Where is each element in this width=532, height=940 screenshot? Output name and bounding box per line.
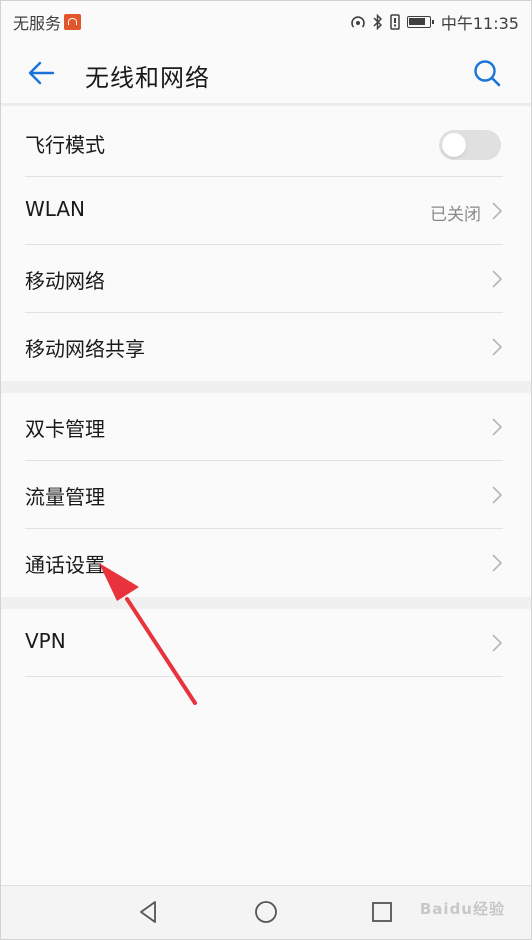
- nav-recents-icon[interactable]: [368, 898, 396, 926]
- chevron-right-icon: [492, 554, 503, 572]
- row-label: 双卡管理: [25, 417, 105, 441]
- carrier-status: 无服务: [13, 10, 82, 34]
- back-arrow-icon[interactable]: [25, 57, 57, 89]
- chevron-right-icon: [492, 634, 503, 652]
- vibrate-icon: [390, 14, 400, 30]
- huawei-hd-icon: [64, 14, 82, 30]
- hotspot-icon: [351, 16, 365, 28]
- toggle-knob: [442, 133, 466, 157]
- row-label: 移动网络: [25, 269, 105, 293]
- watermark-text: Baidu经验: [419, 900, 505, 918]
- chevron-right-icon: [492, 486, 503, 504]
- airplane-mode-toggle[interactable]: [439, 130, 501, 160]
- tethering-row[interactable]: 移动网络共享: [1, 313, 531, 381]
- search-icon[interactable]: [471, 57, 503, 89]
- battery-icon: [406, 16, 434, 28]
- row-label: VPN: [25, 629, 66, 653]
- chevron-right-icon: [492, 418, 503, 436]
- settings-section-2: 双卡管理 流量管理 通话设置: [1, 393, 531, 597]
- status-icons: 中午11:35: [349, 10, 519, 34]
- phone-screen: 无服务 中午11:35 无线和网络 飞行模式 WLAN 已关闭 移动网络 移动网…: [0, 0, 532, 940]
- page-title: 无线和网络: [85, 64, 210, 92]
- wlan-status-value: 已关闭: [430, 205, 481, 225]
- mobile-network-row[interactable]: 移动网络: [1, 245, 531, 313]
- airplane-mode-row[interactable]: 飞行模式: [1, 109, 531, 177]
- status-bar: 无服务 中午11:35: [1, 1, 531, 39]
- nav-home-icon[interactable]: [252, 898, 280, 926]
- navigation-bar: Baidu经验: [1, 885, 531, 939]
- section-gap: [1, 597, 531, 609]
- data-usage-row[interactable]: 流量管理: [1, 461, 531, 529]
- clock: 中午11:35: [440, 14, 519, 33]
- annotation-arrow-icon: [99, 563, 197, 705]
- settings-section-3: VPN: [1, 609, 531, 677]
- title-divider: [1, 103, 531, 106]
- row-label: 流量管理: [25, 485, 105, 509]
- chevron-right-icon: [492, 202, 503, 220]
- chevron-right-icon: [492, 270, 503, 288]
- row-label: 飞行模式: [25, 133, 105, 157]
- vpn-row[interactable]: VPN: [1, 609, 531, 677]
- call-settings-row[interactable]: 通话设置: [1, 529, 531, 597]
- title-bar: 无线和网络: [1, 39, 531, 105]
- chevron-right-icon: [492, 338, 503, 356]
- carrier-label: 无服务: [13, 14, 62, 33]
- row-label: 移动网络共享: [25, 337, 145, 361]
- row-label: WLAN: [25, 197, 86, 221]
- nav-back-icon[interactable]: [135, 898, 163, 926]
- wlan-row[interactable]: WLAN 已关闭: [1, 177, 531, 245]
- dual-sim-row[interactable]: 双卡管理: [1, 393, 531, 461]
- section-gap: [1, 381, 531, 393]
- bluetooth-icon: [373, 14, 382, 30]
- settings-section-1: 飞行模式 WLAN 已关闭 移动网络 移动网络共享: [1, 109, 531, 381]
